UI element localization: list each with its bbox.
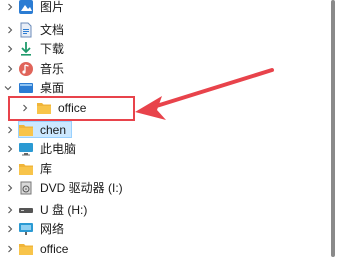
dvd-drive-icon — [18, 180, 34, 196]
chevron-right-icon[interactable] — [5, 25, 15, 35]
tree-item-label: 下载 — [40, 42, 65, 56]
chevron-right-icon[interactable] — [5, 224, 15, 234]
tree-item-label: 桌面 — [40, 81, 65, 95]
tree-item-dvd-drive[interactable]: DVD 驱动器 (I:) — [0, 178, 325, 198]
tree-item-desktop[interactable]: 桌面 — [0, 78, 325, 98]
tree-item-network[interactable]: 网络 — [0, 219, 325, 239]
tree-item-usb-drive[interactable]: U 盘 (H:) — [0, 200, 325, 220]
tree-item-chen[interactable]: chen — [0, 120, 325, 140]
network-icon — [18, 221, 34, 237]
tree-item-label: DVD 驱动器 (I:) — [40, 181, 123, 195]
documents-icon — [18, 22, 34, 38]
chevron-right-icon[interactable] — [5, 164, 15, 174]
tree-item-label: chen — [40, 123, 67, 137]
tree-item-label: office — [40, 242, 69, 256]
tree-item-label: 此电脑 — [40, 142, 77, 156]
tree-item-office[interactable]: office — [0, 239, 325, 259]
chevron-right-icon[interactable] — [5, 125, 15, 135]
folder-icon — [18, 241, 34, 257]
tree-item-this-pc[interactable]: 此电脑 — [0, 139, 325, 159]
tree-item-music[interactable]: 音乐 — [0, 59, 325, 79]
chevron-right-icon[interactable] — [5, 44, 15, 54]
tree-item-label: 文档 — [40, 23, 65, 37]
navigation-tree: 图片 文档 下载 音乐 桌面 office chen 此电脑 库 DVD 驱动器… — [0, 0, 325, 257]
tree-item-label: U 盘 (H:) — [40, 203, 88, 217]
chevron-right-icon[interactable] — [5, 144, 15, 154]
chevron-right-icon[interactable] — [5, 183, 15, 193]
this-pc-icon — [18, 141, 34, 157]
folder-icon — [18, 122, 34, 138]
tree-item-label: 音乐 — [40, 62, 65, 76]
chevron-right-icon[interactable] — [5, 64, 15, 74]
chevron-right-icon[interactable] — [5, 244, 15, 254]
tree-item-library[interactable]: 库 — [0, 159, 325, 179]
pictures-icon — [18, 0, 34, 15]
chevron-right-icon[interactable] — [5, 205, 15, 215]
desktop-icon — [18, 80, 34, 96]
music-icon — [18, 61, 34, 77]
tree-item-label: 图片 — [40, 0, 65, 14]
chevron-down-icon[interactable] — [3, 83, 13, 93]
chevron-right-icon[interactable] — [5, 2, 15, 12]
tree-item-label: 库 — [40, 162, 53, 176]
tree-item-label: 网络 — [40, 222, 65, 236]
annotation-highlight-box — [8, 96, 135, 121]
usb-drive-icon — [18, 202, 34, 218]
tree-item-downloads[interactable]: 下载 — [0, 39, 325, 59]
tree-item-pictures[interactable]: 图片 — [0, 0, 325, 17]
library-icon — [18, 161, 34, 177]
scrollbar[interactable] — [325, 0, 341, 257]
downloads-icon — [18, 41, 34, 57]
tree-item-documents[interactable]: 文档 — [0, 20, 325, 40]
scrollbar-thumb[interactable] — [331, 0, 335, 257]
